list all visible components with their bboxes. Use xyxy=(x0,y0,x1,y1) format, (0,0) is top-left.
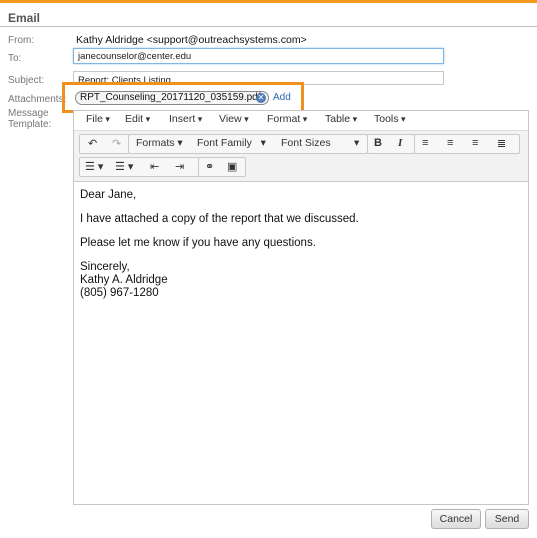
from-value: Kathy Aldridge <support@outreachsystems.… xyxy=(76,34,307,46)
body-phone: (805) 967-1280 xyxy=(80,287,159,299)
body-line-1: I have attached a copy of the report tha… xyxy=(80,213,359,225)
indent-icon[interactable]: ⇥ xyxy=(175,160,184,173)
numbered-list-icon[interactable]: ☰ ▾ xyxy=(115,160,133,173)
font-sizes-dropdown[interactable]: Font Sizes ▾ xyxy=(281,137,359,149)
menu-format[interactable]: Format xyxy=(267,113,307,125)
menu-view[interactable]: View xyxy=(219,113,249,125)
add-attachment-link[interactable]: Add xyxy=(273,92,291,103)
menu-edit[interactable]: Edit xyxy=(125,113,150,125)
format-group: Formats ▾ Font Family ▾ Font Sizes ▾ xyxy=(128,134,368,154)
accent-bar xyxy=(0,0,537,3)
formats-dropdown[interactable]: Formats ▾ xyxy=(136,137,183,149)
template-label-2: Template: xyxy=(8,119,52,130)
body-line-2: Please let me know if you have any quest… xyxy=(80,237,316,249)
outdent-icon[interactable]: ⇤ xyxy=(150,160,159,173)
attachment-chip[interactable]: RPT_Counseling_20171120_035159.pdf ✕ xyxy=(75,91,269,105)
to-field[interactable]: janecounselor@center.edu xyxy=(73,48,444,64)
menu-table[interactable]: Table xyxy=(325,113,357,125)
image-icon[interactable]: ▣ xyxy=(227,160,237,173)
redo-icon[interactable]: ↷ xyxy=(112,137,121,150)
remove-attachment-icon[interactable]: ✕ xyxy=(256,93,266,103)
editor-menubar: File Edit Insert View Format Table Tools xyxy=(74,111,528,129)
body-greeting: Dear Jane, xyxy=(80,189,137,201)
align-justify-icon[interactable]: ≣ xyxy=(497,137,506,150)
align-center-icon[interactable]: ≡ xyxy=(447,137,453,149)
formats-label: Formats xyxy=(136,137,175,149)
message-body[interactable]: Dear Jane, I have attached a copy of the… xyxy=(80,189,359,300)
menu-tools[interactable]: Tools xyxy=(374,113,406,125)
cancel-button[interactable]: Cancel xyxy=(431,509,481,529)
template-label-1: Message xyxy=(8,108,49,119)
from-label: From: xyxy=(8,35,35,46)
align-right-icon[interactable]: ≡ xyxy=(472,137,478,149)
font-sizes-label: Font Sizes xyxy=(281,137,331,149)
send-button[interactable]: Send xyxy=(485,509,529,529)
menu-insert[interactable]: Insert xyxy=(169,113,202,125)
style-group: B I xyxy=(367,134,415,154)
title-divider xyxy=(0,26,537,27)
body-closing: Sincerely, xyxy=(80,261,130,273)
italic-button[interactable]: I xyxy=(398,137,402,149)
to-label: To: xyxy=(8,53,22,64)
subject-label: Subject: xyxy=(8,75,45,86)
dialog-title: Email xyxy=(8,11,41,25)
menu-file[interactable]: File xyxy=(86,113,110,125)
link-icon[interactable]: ⚭ xyxy=(205,160,214,173)
attachments-label: Attachments: xyxy=(8,94,67,105)
to-field-value: janecounselor@center.edu xyxy=(78,51,192,62)
insert-group: ⚭ ▣ xyxy=(198,157,246,177)
align-group: ≡ ≡ ≡ ≣ xyxy=(414,134,520,154)
align-left-icon[interactable]: ≡ xyxy=(422,137,428,149)
editor-toolbar: ↶ ↷ Formats ▾ Font Family ▾ Font Sizes ▾… xyxy=(74,130,528,182)
list-group: ☰ ▾ ☰ ▾ ⇤ ⇥ xyxy=(79,157,199,177)
attachment-filename: RPT_Counseling_20171120_035159.pdf xyxy=(80,92,261,103)
body-name: Kathy A. Aldridge xyxy=(80,274,168,286)
font-family-dropdown[interactable]: Font Family ▾ xyxy=(197,137,266,149)
history-group: ↶ ↷ xyxy=(79,134,129,154)
undo-icon[interactable]: ↶ xyxy=(88,137,97,150)
bold-button[interactable]: B xyxy=(374,137,382,149)
bullet-list-icon[interactable]: ☰ ▾ xyxy=(85,160,103,173)
font-family-label: Font Family xyxy=(197,137,252,149)
message-editor[interactable]: File Edit Insert View Format Table Tools… xyxy=(73,110,529,505)
